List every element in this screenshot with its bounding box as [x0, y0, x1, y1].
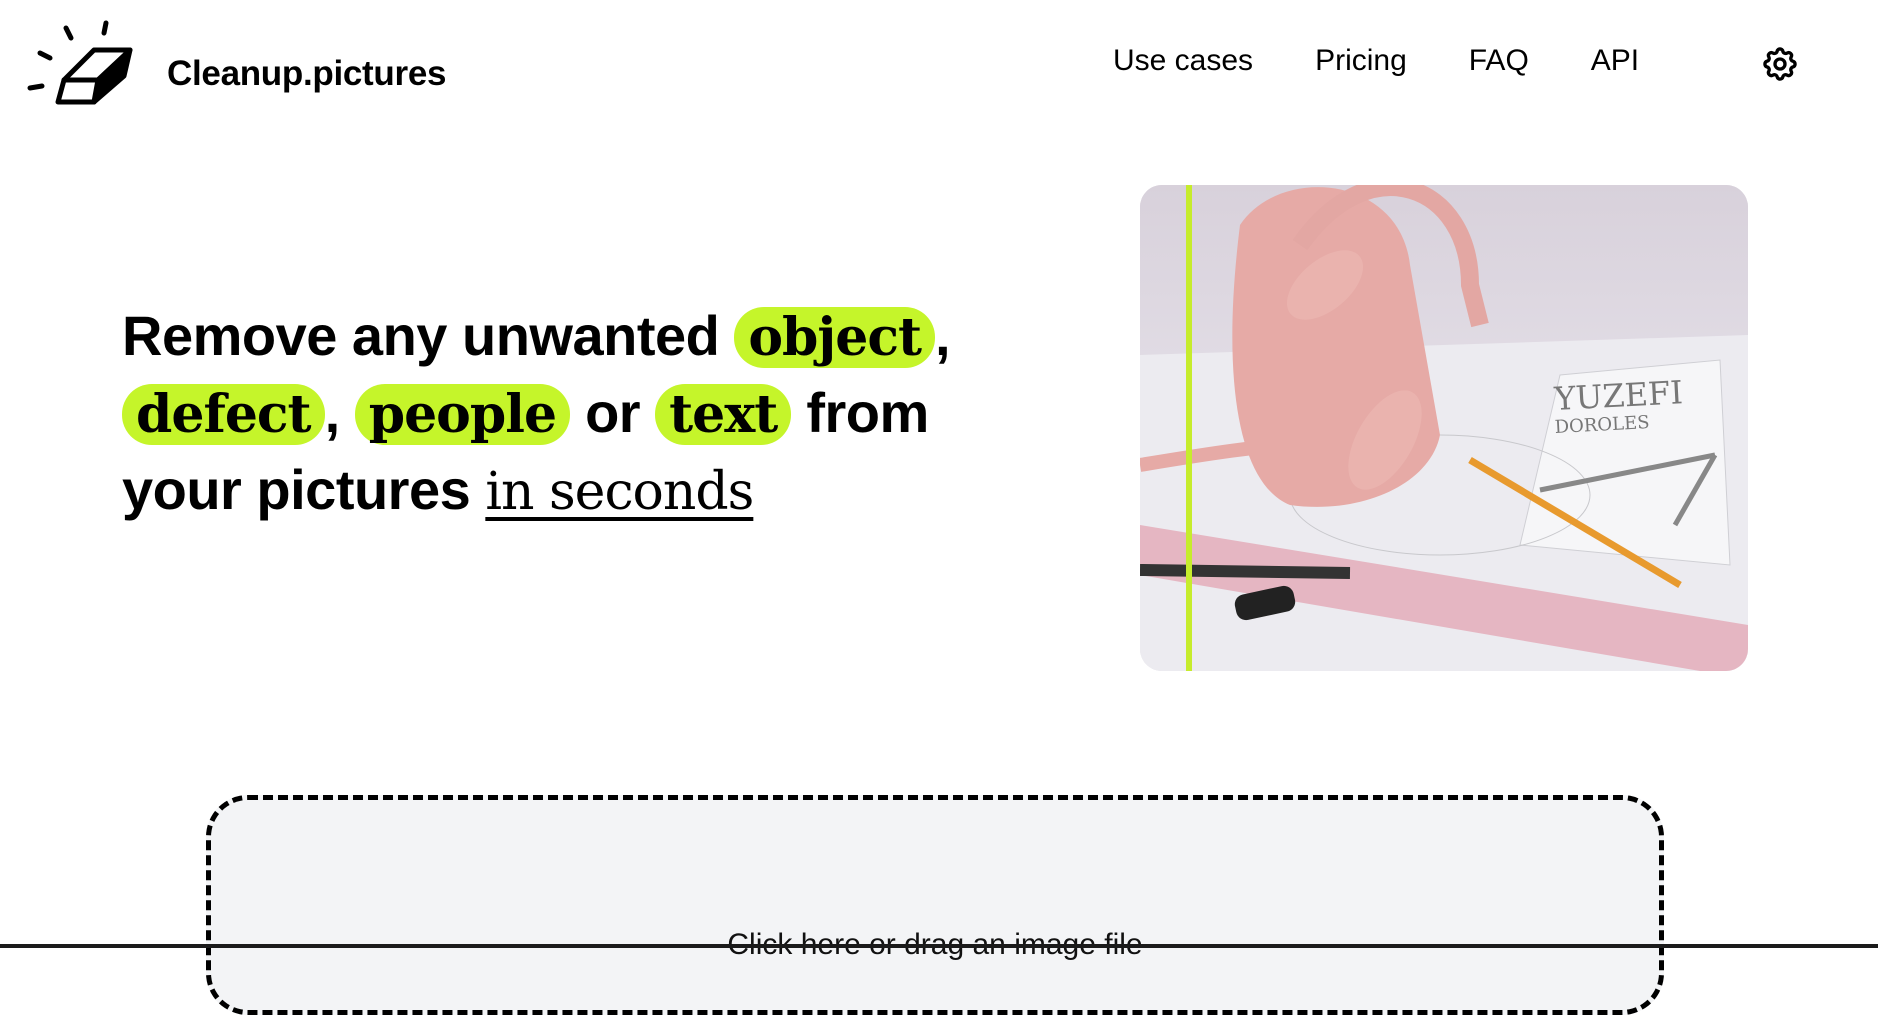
brand-name[interactable]: Cleanup.pictures	[167, 54, 446, 94]
gear-icon[interactable]	[1760, 44, 1800, 84]
highlight-object: object	[734, 307, 935, 368]
main-nav: Use cases Pricing FAQ API	[1113, 44, 1639, 78]
headline-comma: ,	[935, 304, 951, 367]
headline-text: your pictures	[122, 458, 486, 521]
nav-api[interactable]: API	[1591, 44, 1639, 78]
upload-dropzone[interactable]: Click here or drag an image file	[206, 795, 1664, 1015]
comparison-slider-handle[interactable]	[1185, 185, 1192, 671]
eraser-icon[interactable]	[26, 18, 136, 108]
before-after-image[interactable]: YUZEFI DOROLES	[1140, 185, 1748, 671]
highlight-defect: defect	[122, 384, 325, 445]
svg-text:YUZEFI: YUZEFI	[1552, 373, 1683, 418]
headline-text: from	[791, 381, 929, 444]
highlight-text: text	[655, 384, 792, 445]
headline-text: or	[570, 381, 656, 444]
headline-text: Remove any unwanted	[122, 304, 735, 367]
highlight-people: people	[354, 384, 571, 445]
nav-use-cases[interactable]: Use cases	[1113, 44, 1253, 78]
header: Cleanup.pictures Use cases Pricing FAQ A…	[0, 0, 1878, 130]
hero-headline: Remove any unwanted object, defect, peop…	[122, 298, 1022, 530]
headline-comma: ,	[324, 381, 355, 444]
nav-pricing[interactable]: Pricing	[1315, 44, 1407, 78]
product-photo: YUZEFI DOROLES	[1140, 185, 1748, 671]
headline-underlined: in seconds	[485, 462, 754, 522]
window-bottom-edge	[0, 944, 1878, 948]
nav-faq[interactable]: FAQ	[1469, 44, 1529, 78]
